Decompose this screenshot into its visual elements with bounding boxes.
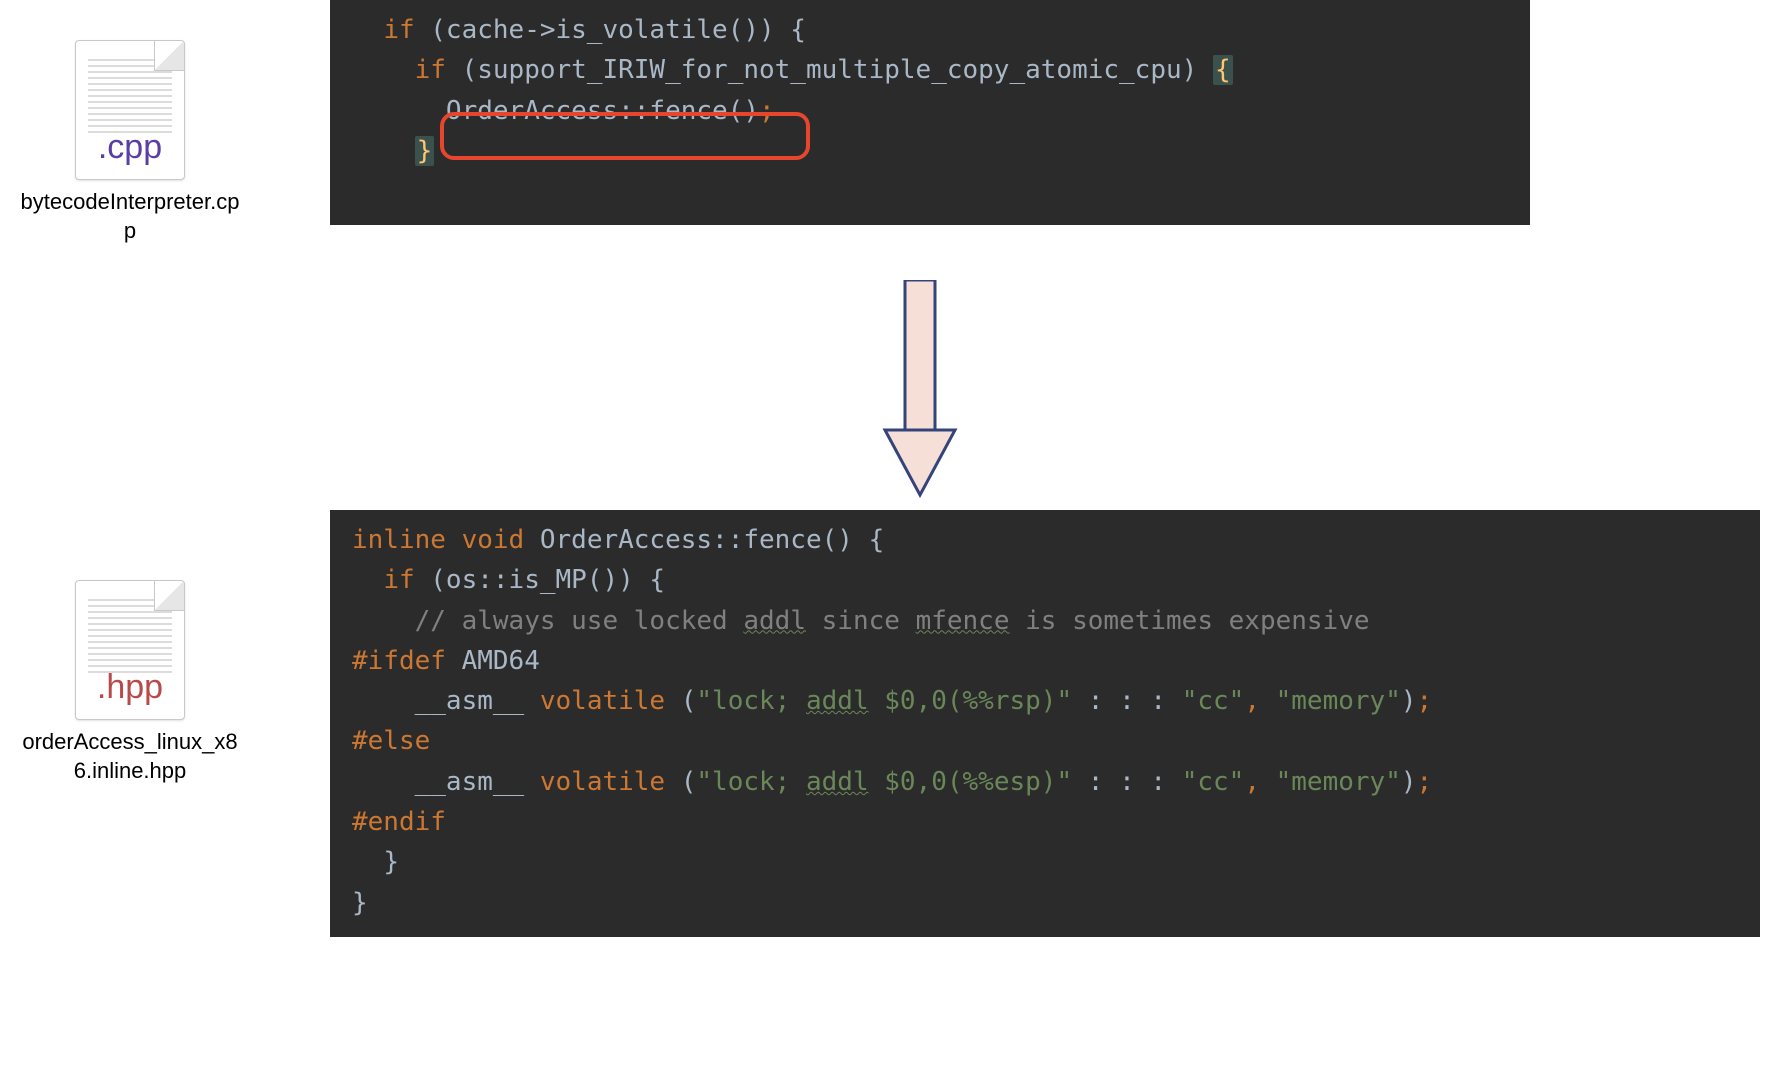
comment-text: mfence	[916, 606, 1010, 636]
fence-call: OrderAccess::fence()	[446, 96, 759, 126]
file-extension-label: .hpp	[80, 668, 180, 707]
file-icon-hpp: .hpp orderAccess_linux_x86.inline.hpp	[20, 580, 240, 785]
macro-endif: #endif	[352, 807, 446, 837]
comma: ,	[1244, 767, 1275, 797]
comment-text: // always use locked	[415, 606, 744, 636]
code-panel-order-access: inline void OrderAccess::fence() { if (o…	[330, 510, 1760, 937]
file-name-label: bytecodeInterpreter.cpp	[20, 188, 240, 245]
string-literal: $0,0(%%rsp)"	[869, 686, 1073, 716]
code-text: : : :	[1072, 767, 1182, 797]
code-text: )	[1401, 686, 1417, 716]
code-text: __asm__	[415, 767, 525, 797]
string-literal: "lock;	[696, 767, 806, 797]
semicolon: ;	[1417, 767, 1433, 797]
keyword-if: if	[415, 55, 446, 85]
string-literal: "cc"	[1182, 686, 1245, 716]
code-text: (cache->is_volatile()) {	[415, 15, 806, 45]
semicolon: ;	[759, 96, 775, 126]
code-text: __asm__	[415, 686, 525, 716]
string-literal: "lock;	[696, 686, 806, 716]
document-icon: .cpp	[75, 40, 185, 180]
keyword-if: if	[383, 15, 414, 45]
keyword-inline: inline	[352, 525, 446, 555]
file-icon-cpp: .cpp bytecodeInterpreter.cpp	[20, 40, 240, 245]
keyword-if: if	[383, 565, 414, 595]
code-text: )	[1401, 767, 1417, 797]
code-text: OrderAccess::fence() {	[524, 525, 884, 555]
comment-text: addl	[743, 606, 806, 636]
brace-close: }	[352, 888, 368, 918]
code-panel-bytecode-interpreter: if (cache->is_volatile()) { if (support_…	[330, 0, 1530, 225]
keyword-volatile: volatile	[540, 686, 665, 716]
comment-text: since	[806, 606, 916, 636]
document-icon: .hpp	[75, 580, 185, 720]
code-text: (os::is_MP()) {	[415, 565, 665, 595]
semicolon: ;	[1417, 686, 1433, 716]
string-literal: "memory"	[1276, 767, 1401, 797]
comma: ,	[1244, 686, 1275, 716]
brace-close: }	[415, 136, 435, 166]
string-literal: "cc"	[1182, 767, 1245, 797]
code-text: (support_IRIW_for_not_multiple_copy_atom…	[446, 55, 1213, 85]
macro-ifdef: #ifdef	[352, 646, 446, 676]
string-literal: addl	[806, 767, 869, 797]
brace-open: {	[1213, 55, 1233, 85]
keyword-void: void	[462, 525, 525, 555]
keyword-volatile: volatile	[540, 767, 665, 797]
macro-else: #else	[352, 726, 430, 756]
file-name-label: orderAccess_linux_x86.inline.hpp	[20, 728, 240, 785]
string-literal: "memory"	[1276, 686, 1401, 716]
flow-arrow-down-icon	[875, 280, 965, 504]
file-extension-label: .cpp	[80, 128, 180, 167]
comment-text: is sometimes expensive	[1009, 606, 1369, 636]
code-text: AMD64	[446, 646, 540, 676]
brace-close: }	[383, 847, 399, 877]
code-text: : : :	[1072, 686, 1182, 716]
string-literal: addl	[806, 686, 869, 716]
string-literal: $0,0(%%esp)"	[869, 767, 1073, 797]
